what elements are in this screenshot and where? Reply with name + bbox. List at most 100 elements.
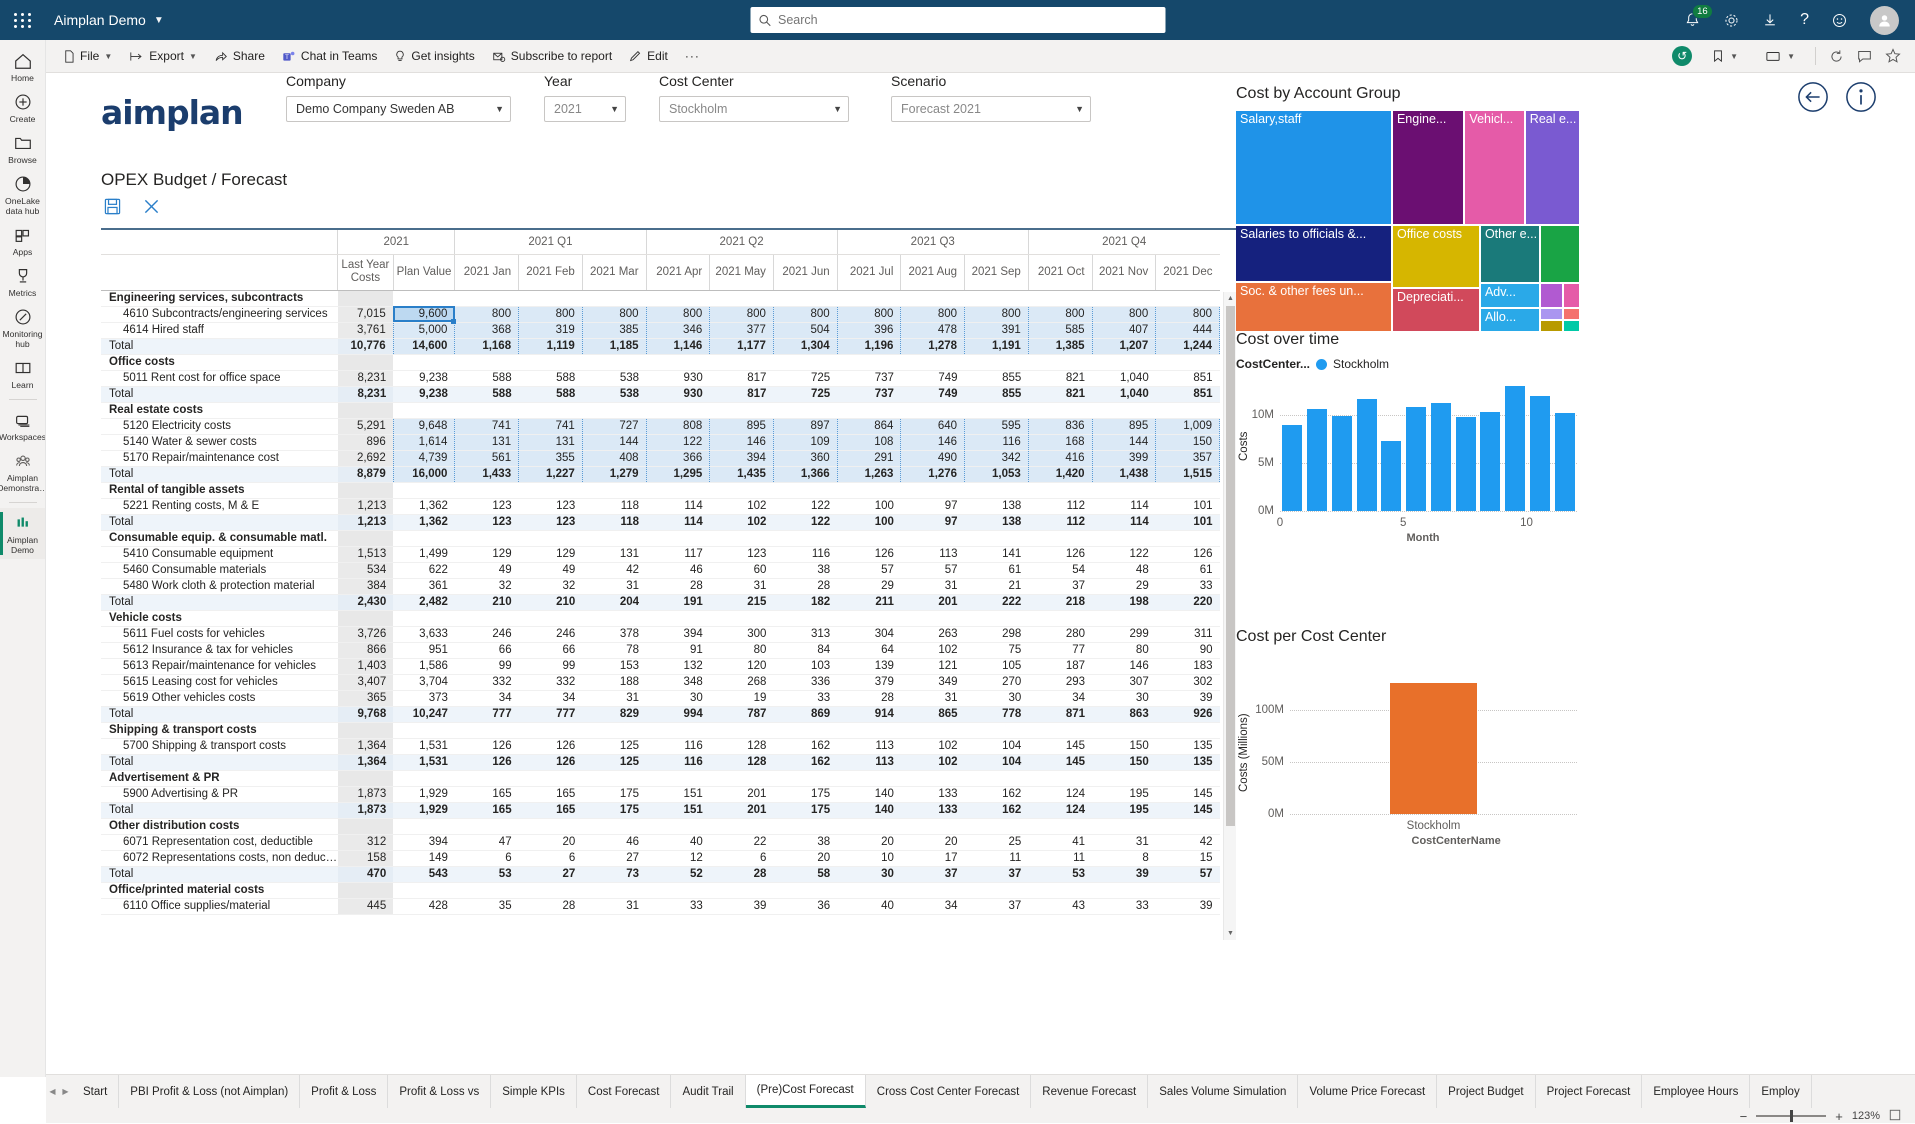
- matrix-cell[interactable]: 61: [1156, 562, 1220, 578]
- reset-button[interactable]: ↺: [1672, 46, 1692, 66]
- opex-matrix[interactable]: 2021 2021 Q1 2021 Q2 2021 Q3 2021 Q4 Las…: [101, 228, 1236, 940]
- matrix-cell[interactable]: 349: [901, 674, 965, 690]
- matrix-cell[interactable]: 123: [710, 546, 774, 562]
- matrix-cell[interactable]: 195: [1092, 786, 1156, 802]
- matrix-cell[interactable]: 5,000: [393, 322, 455, 338]
- treemap-node[interactable]: [1564, 284, 1579, 306]
- export-button[interactable]: Export▼: [122, 45, 204, 67]
- matrix-cell[interactable]: 146: [1092, 658, 1156, 674]
- matrix-cell[interactable]: 1,499: [393, 546, 455, 562]
- matrix-cell[interactable]: 84: [773, 642, 837, 658]
- matrix-cell[interactable]: 304: [837, 626, 901, 642]
- matrix-cell[interactable]: 175: [582, 786, 646, 802]
- treemap-node[interactable]: Depreciati...: [1393, 289, 1479, 331]
- tab-volume-price-forecast[interactable]: Volume Price Forecast: [1298, 1075, 1437, 1108]
- matrix-cell[interactable]: 80: [710, 642, 774, 658]
- search-box[interactable]: [750, 7, 1165, 33]
- matrix-cell[interactable]: 141: [965, 546, 1029, 562]
- matrix-cell[interactable]: 146: [901, 434, 965, 450]
- matrix-cell[interactable]: 1,040: [1092, 370, 1156, 386]
- treemap-node[interactable]: [1541, 309, 1561, 319]
- column-header-month[interactable]: 2021 Sep: [965, 254, 1029, 290]
- matrix-cell[interactable]: 30: [1092, 690, 1156, 706]
- matrix-cell[interactable]: 34: [519, 690, 583, 706]
- matrix-cell[interactable]: 139: [837, 658, 901, 674]
- matrix-cell[interactable]: 360: [773, 450, 837, 466]
- matrix-cell[interactable]: 126: [455, 738, 519, 754]
- table-row[interactable]: 6072 Representations costs, non deducti……: [101, 850, 1220, 866]
- matrix-scrollbar[interactable]: ▲ ▼: [1223, 292, 1236, 940]
- matrix-cell[interactable]: 332: [455, 674, 519, 690]
- tab-revenue-forecast[interactable]: Revenue Forecast: [1031, 1075, 1148, 1108]
- matrix-cell[interactable]: 90: [1156, 642, 1220, 658]
- tab-pre-cost-forecast[interactable]: (Pre)Cost Forecast: [746, 1075, 866, 1108]
- matrix-cell[interactable]: 394: [646, 626, 710, 642]
- scrollbar-thumb[interactable]: [1226, 306, 1235, 826]
- matrix-cell[interactable]: 399: [1092, 450, 1156, 466]
- comment-icon[interactable]: [1857, 49, 1872, 64]
- matrix-cell[interactable]: 348: [646, 674, 710, 690]
- matrix-cell[interactable]: 394: [393, 834, 455, 850]
- sidebar-item-monitoring-hub[interactable]: Monitoring hub: [0, 302, 46, 353]
- matrix-cell[interactable]: 54: [1028, 562, 1092, 578]
- matrix-cell[interactable]: 41: [1028, 834, 1092, 850]
- tab-prev-icon[interactable]: ◀: [46, 1075, 59, 1108]
- tab-sales-volume-simulation[interactable]: Sales Volume Simulation: [1148, 1075, 1298, 1108]
- matrix-cell[interactable]: 800: [1028, 306, 1092, 322]
- matrix-cell[interactable]: 821: [1028, 370, 1092, 386]
- matrix-cell[interactable]: 151: [646, 786, 710, 802]
- matrix-cell[interactable]: 43: [1028, 898, 1092, 914]
- matrix-cell[interactable]: 20: [519, 834, 583, 850]
- bar[interactable]: [1307, 409, 1327, 511]
- matrix-cell[interactable]: 588: [519, 370, 583, 386]
- matrix-cell[interactable]: 140: [837, 786, 901, 802]
- matrix-cell[interactable]: 800: [901, 306, 965, 322]
- matrix-cell[interactable]: 302: [1156, 674, 1220, 690]
- cost-center-dropdown[interactable]: Stockholm ▼: [659, 96, 849, 122]
- matrix-cell[interactable]: 1,586: [393, 658, 455, 674]
- matrix-cell[interactable]: 1,929: [393, 786, 455, 802]
- cost-by-account-group-visual[interactable]: Cost by Account Group Salary,staffSalari…: [1236, 85, 1581, 333]
- treemap-node[interactable]: Salary,staff: [1236, 111, 1391, 224]
- matrix-cell[interactable]: 146: [710, 434, 774, 450]
- matrix-cell[interactable]: 263: [901, 626, 965, 642]
- matrix-cell[interactable]: 391: [965, 322, 1029, 338]
- matrix-cell[interactable]: 131: [519, 434, 583, 450]
- matrix-cell[interactable]: 741: [519, 418, 583, 434]
- more-options-button[interactable]: ···: [678, 45, 707, 67]
- table-row[interactable]: 5140 Water & sewer costs8961,61413113114…: [101, 434, 1220, 450]
- cancel-button[interactable]: [143, 198, 160, 220]
- matrix-cell[interactable]: 817: [710, 370, 774, 386]
- year-dropdown[interactable]: 2021 ▼: [544, 96, 626, 122]
- matrix-group-row[interactable]: Advertisement & PR: [101, 770, 1220, 786]
- matrix-cell[interactable]: 725: [773, 370, 837, 386]
- view-button[interactable]: ▼: [1758, 45, 1802, 67]
- matrix-cell[interactable]: 396: [837, 322, 901, 338]
- edit-button[interactable]: Edit: [622, 45, 675, 67]
- help-icon[interactable]: ?: [1800, 11, 1809, 29]
- matrix-cell[interactable]: 377: [710, 322, 774, 338]
- matrix-cell[interactable]: 280: [1028, 626, 1092, 642]
- sidebar-item-onelake-data-hub[interactable]: OneLake data hub: [0, 169, 46, 220]
- tab-pbi-profit-loss-not-aimplan[interactable]: PBI Profit & Loss (not Aimplan): [119, 1075, 300, 1108]
- matrix-cell[interactable]: 99: [519, 658, 583, 674]
- matrix-cell[interactable]: 1,403: [338, 658, 394, 674]
- matrix-cell[interactable]: 416: [1028, 450, 1092, 466]
- matrix-cell[interactable]: 378: [582, 626, 646, 642]
- matrix-cell[interactable]: 3,704: [393, 674, 455, 690]
- matrix-group-row[interactable]: Real estate costs: [101, 402, 1220, 418]
- treemap-node[interactable]: Adv...: [1481, 284, 1539, 306]
- scenario-dropdown[interactable]: Forecast 2021 ▼: [891, 96, 1091, 122]
- feedback-icon[interactable]: [1831, 12, 1848, 29]
- column-header-month[interactable]: 2021 Jun: [773, 254, 837, 290]
- matrix-cell[interactable]: 311: [1156, 626, 1220, 642]
- matrix-cell[interactable]: 66: [519, 642, 583, 658]
- matrix-cell[interactable]: 102: [710, 498, 774, 514]
- fit-to-page-icon[interactable]: [1889, 1109, 1901, 1124]
- sidebar-item-aimplan-demo[interactable]: Aimplan Demo: [0, 508, 46, 559]
- chevron-down-icon[interactable]: ▼: [1730, 52, 1738, 61]
- matrix-cell[interactable]: 20: [773, 850, 837, 866]
- matrix-cell[interactable]: 800: [1156, 306, 1220, 322]
- matrix-cell[interactable]: 131: [455, 434, 519, 450]
- matrix-cell[interactable]: 33: [1156, 578, 1220, 594]
